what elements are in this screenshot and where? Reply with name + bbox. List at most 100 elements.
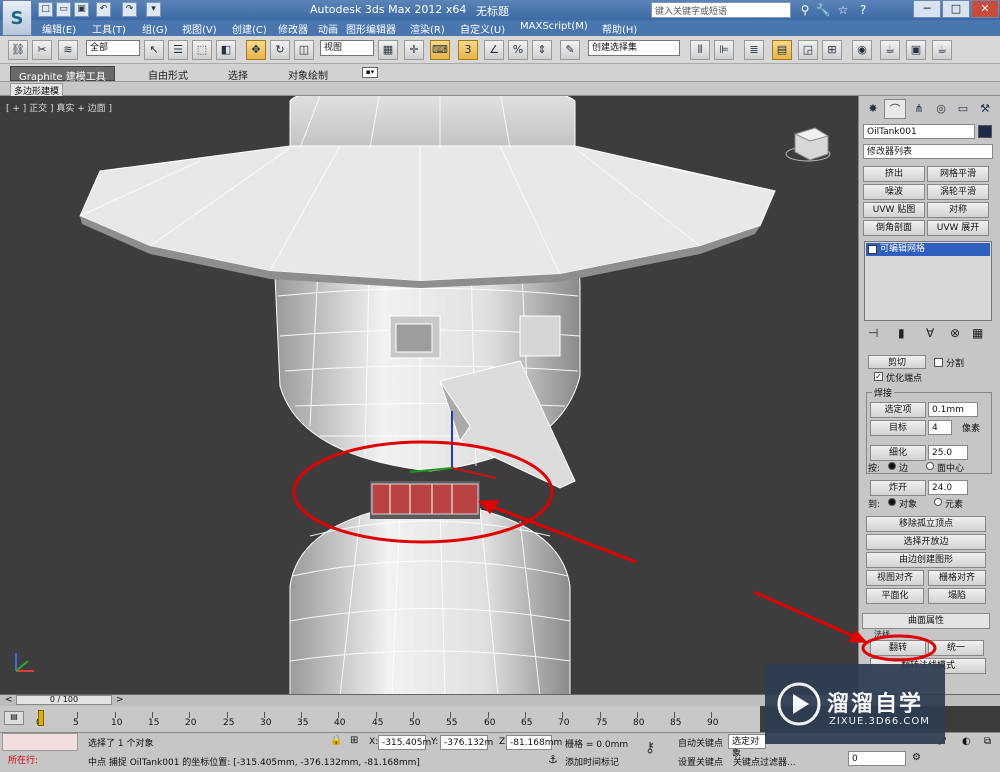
lock-selection-icon[interactable]: 🔒 xyxy=(330,735,342,746)
pin-stack-icon[interactable]: ⊣ xyxy=(868,326,878,340)
maximize-button[interactable]: □ xyxy=(942,0,970,18)
menu-create[interactable]: 创建(C) xyxy=(232,21,267,36)
object-color-swatch[interactable] xyxy=(978,125,992,138)
selected-faces[interactable] xyxy=(371,483,479,515)
uvw-map-button[interactable]: UVW 贴图 xyxy=(863,202,925,218)
tab-freeform[interactable]: 自由形式 xyxy=(140,66,196,82)
tab-selection[interactable]: 选择 xyxy=(220,66,256,82)
remove-isolated-vertices-button[interactable]: 移除孤立顶点 xyxy=(866,516,986,532)
render-setup-icon[interactable]: ☕ xyxy=(880,40,900,60)
time-slider-left-icon[interactable]: < xyxy=(5,695,13,705)
explode-input[interactable]: 24.0 xyxy=(928,480,968,495)
display-tab-icon[interactable]: ▭ xyxy=(952,99,974,119)
set-key-label[interactable]: 设置关键点 xyxy=(678,755,723,768)
split-checkbox[interactable] xyxy=(934,358,943,367)
angle-snap-icon[interactable]: ∠ xyxy=(484,40,504,60)
open-file-icon[interactable]: ▭ xyxy=(56,2,71,17)
viewport-label[interactable]: [ + ] 正交 ] 真实 + 边面 ] xyxy=(6,101,112,114)
menu-modifiers[interactable]: 修改器 xyxy=(278,21,308,36)
menu-edit[interactable]: 编辑(E) xyxy=(42,21,76,36)
time-slider-right-icon[interactable]: > xyxy=(116,695,124,705)
snap-3d-icon[interactable]: 3 xyxy=(458,40,478,60)
key-filters-button[interactable]: 关键点过滤器... xyxy=(733,755,796,768)
link-icon[interactable]: ⛓ xyxy=(8,40,28,60)
track-bar-toggle-icon[interactable]: ▤ xyxy=(4,711,24,725)
current-frame-marker[interactable] xyxy=(38,710,44,726)
explode-button[interactable]: 炸开 xyxy=(870,480,926,496)
face-center-radio[interactable] xyxy=(926,462,934,470)
time-tag-icon[interactable]: ⚓ xyxy=(548,753,558,766)
meshsmooth-button[interactable]: 网格平滑 xyxy=(927,166,989,182)
ribbon-options-icon[interactable]: ▪▾ xyxy=(362,67,378,78)
material-editor-icon[interactable]: ◉ xyxy=(852,40,872,60)
extrude-button[interactable]: 挤出 xyxy=(863,166,925,182)
turbosmooth-button[interactable]: 涡轮平滑 xyxy=(927,184,989,200)
viewport[interactable] xyxy=(0,96,858,696)
edge-radio[interactable] xyxy=(888,462,896,470)
keyboard-shortcut-icon[interactable]: ⌨ xyxy=(430,40,450,60)
modify-tab-icon[interactable]: ⌒ xyxy=(884,99,906,119)
new-file-icon[interactable]: □ xyxy=(38,2,53,17)
select-open-edges-button[interactable]: 选择开放边 xyxy=(866,534,986,550)
unwrap-uvw-button[interactable]: UVW 展开 xyxy=(927,220,989,236)
manipulate-icon[interactable]: ✛ xyxy=(404,40,424,60)
weld-selected-button[interactable]: 选定项 xyxy=(870,402,926,418)
menu-graph-editors[interactable]: 图形编辑器 xyxy=(346,21,396,36)
ref-coord-dropdown[interactable]: 视图 xyxy=(320,40,374,56)
element-radio[interactable] xyxy=(934,498,942,506)
scale-icon[interactable]: ◫ xyxy=(294,40,314,60)
maxscript-listener[interactable] xyxy=(2,733,78,751)
graphite-toggle-icon[interactable]: ▤ xyxy=(772,40,792,60)
make-unique-icon[interactable]: ∀ xyxy=(926,326,934,340)
cut-button[interactable]: 剪切 xyxy=(868,355,926,369)
configure-sets-icon[interactable]: ▦ xyxy=(972,326,983,340)
gizmo-x-axis[interactable] xyxy=(451,467,497,479)
maximize-viewport-icon[interactable]: ⧉ xyxy=(984,736,991,747)
spinner-snap-icon[interactable]: ⇕ xyxy=(532,40,552,60)
align-icon[interactable]: ⊫ xyxy=(714,40,734,60)
move-icon[interactable]: ✥ xyxy=(246,40,266,60)
hierarchy-tab-icon[interactable]: ⋔ xyxy=(908,99,930,119)
close-button[interactable]: ✕ xyxy=(971,0,999,18)
z-coordinate[interactable]: -81.168mm xyxy=(506,735,562,750)
named-selection-dropdown[interactable]: 创建选择集 xyxy=(588,40,680,56)
render-frame-icon[interactable]: ▣ xyxy=(906,40,926,60)
remove-modifier-icon[interactable]: ⊗ xyxy=(950,326,960,340)
absolute-mode-icon[interactable]: ⊞ xyxy=(350,735,358,746)
weld-threshold-input[interactable]: 0.1mm xyxy=(928,402,978,417)
orbit-icon[interactable]: ◐ xyxy=(962,736,971,747)
select-by-name-icon[interactable]: ☰ xyxy=(168,40,188,60)
weld-target-input[interactable]: 4 xyxy=(928,420,952,435)
stack-item[interactable]: 可编辑网格 xyxy=(866,243,990,256)
object-radio[interactable] xyxy=(888,498,896,506)
schematic-view-icon[interactable]: ⊞ xyxy=(822,40,842,60)
window-crossing-icon[interactable]: ◧ xyxy=(216,40,236,60)
menu-customize[interactable]: 自定义(U) xyxy=(460,21,505,36)
render-production-icon[interactable]: ☕ xyxy=(932,40,952,60)
motion-tab-icon[interactable]: ◎ xyxy=(930,99,952,119)
wrench-icon[interactable]: 🔧 xyxy=(814,2,832,18)
key-icon[interactable]: ⚷ xyxy=(645,740,655,756)
unlink-icon[interactable]: ✂ xyxy=(32,40,52,60)
optimize-checkbox[interactable]: ✓ xyxy=(874,372,883,381)
selected-object-dropdown[interactable]: 选定对象 xyxy=(728,734,766,759)
rect-selection-icon[interactable]: ⬚ xyxy=(192,40,212,60)
quick-access-dropdown-icon[interactable]: ▾ xyxy=(146,2,161,17)
menu-views[interactable]: 视图(V) xyxy=(182,21,217,36)
star-icon[interactable]: ☆ xyxy=(834,2,852,18)
noise-button[interactable]: 噪波 xyxy=(863,184,925,200)
app-logo[interactable]: S xyxy=(2,0,32,36)
menu-tools[interactable]: 工具(T) xyxy=(92,21,126,36)
menu-rendering[interactable]: 渲染(R) xyxy=(410,21,445,36)
minimize-button[interactable]: ─ xyxy=(913,0,941,18)
time-config-icon[interactable]: ⚙ xyxy=(912,752,921,763)
save-icon[interactable]: ▣ xyxy=(74,2,89,17)
viewcube[interactable] xyxy=(785,127,831,162)
y-coordinate[interactable]: -376.132m xyxy=(440,735,493,750)
current-frame-field[interactable]: 0 xyxy=(848,751,906,766)
binoculars-icon[interactable]: ⚲ xyxy=(796,2,814,18)
create-tab-icon[interactable]: ✸ xyxy=(862,99,884,119)
object-name-field[interactable]: OilTank001 xyxy=(863,124,975,139)
undo-icon[interactable]: ↶ xyxy=(96,2,111,17)
menu-group[interactable]: 组(G) xyxy=(142,21,168,36)
